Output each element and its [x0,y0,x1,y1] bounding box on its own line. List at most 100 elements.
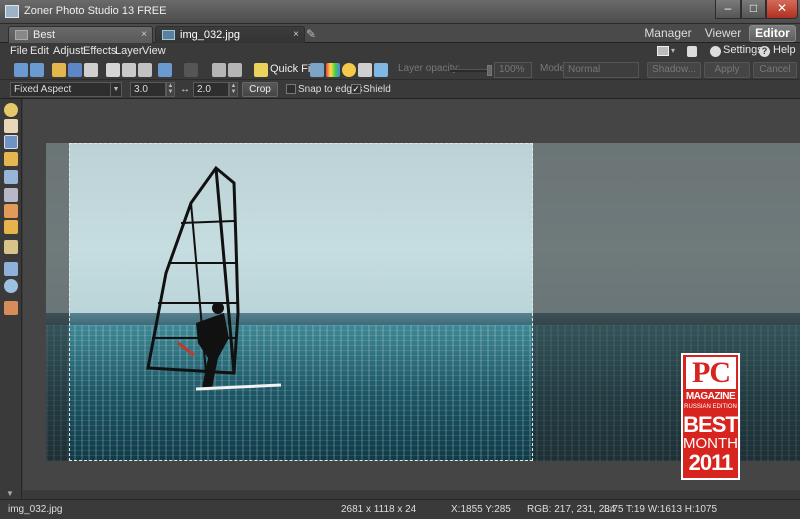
menu-layer[interactable]: Layer [115,45,143,57]
menu-file[interactable]: File [10,45,28,57]
dropdown-arrow-icon[interactable]: ▾ [671,46,675,55]
tab-label: Best [33,29,56,41]
quick-fix-button[interactable]: Quick Fix [270,63,316,75]
save-icon[interactable] [68,63,82,77]
crop-button[interactable]: Crop [242,82,278,97]
badge-month-text: MONTH [683,435,738,452]
snap-to-edges-checkbox[interactable] [286,84,296,94]
aspect-mode-value: Fixed Aspect [14,84,72,95]
back-icon[interactable] [14,63,28,77]
crop-shade-left [46,143,69,461]
print-icon[interactable] [687,46,697,57]
opacity-value-field[interactable]: 100% [494,62,532,78]
height-ratio-input[interactable]: 2.0 [193,82,229,97]
document-tab-row: Best × img_032.jpg × ✎ Manager Viewer Ed… [0,24,800,43]
opacity-slider[interactable] [450,65,492,76]
healing-brush-icon[interactable] [4,220,18,234]
rotate-right-icon[interactable] [228,63,242,77]
crop-tool-icon[interactable] [4,135,18,149]
perspective-icon[interactable] [4,170,18,184]
shield-label: Shield [363,84,391,95]
gear-icon[interactable] [710,46,721,57]
brush-icon[interactable] [374,63,388,77]
crop-options-bar: Fixed Aspect ▼ 3.0 ▲ ▼ ↔ 2.0 ▲ ▼ Crop Snap… [0,81,800,99]
hand-icon[interactable] [4,119,18,133]
monitor-icon[interactable] [657,46,669,56]
adjust-icon[interactable] [310,63,324,77]
badge-year-text: 2011 [688,450,734,475]
cancel-button[interactable]: Cancel [753,62,797,78]
lasso-icon[interactable] [4,279,18,293]
palette-scroll-down-icon[interactable]: ▼ [6,489,14,498]
main-toolbar: Quick Fix Layer opacity: 100% Mode: Norm… [0,60,800,80]
menu-edit[interactable]: Edit [30,45,49,57]
width-ratio-input[interactable]: 3.0 [130,82,166,97]
rotate-left-icon[interactable] [212,63,226,77]
swap-ratio-icon[interactable]: ↔ [180,84,190,95]
horizontal-scrollbar[interactable] [23,490,800,499]
width-ratio-stepper[interactable]: ▲ ▼ [166,82,175,97]
crop-selection-rectangle[interactable] [69,143,533,461]
redo-icon[interactable] [184,63,198,77]
forward-icon[interactable] [30,63,44,77]
tab-close-icon[interactable]: × [141,27,147,43]
folder-icon [15,30,28,40]
badge-magazine-text: MAGAZINE [685,391,736,402]
straighten-icon[interactable] [4,152,18,166]
shadow-button[interactable]: Shadow... [647,62,701,78]
menu-adjust[interactable]: Adjust [53,45,84,57]
new-tab-icon[interactable]: ✎ [306,27,320,41]
zoom-icon[interactable] [4,103,18,117]
mode-manager-button[interactable]: Manager [638,24,698,43]
tab-close-icon[interactable]: × [293,27,299,43]
aspect-mode-select[interactable]: Fixed Aspect ▼ [10,82,122,97]
light-bulb-icon[interactable] [342,63,356,77]
application-window: Zoner Photo Studio 13 FREE – □ ✕ Best × … [0,0,800,519]
badge-pc-text: PC [686,357,736,389]
opacity-slider-thumb[interactable] [487,65,492,76]
mode-viewer-button[interactable]: Viewer [700,24,746,43]
mode-editor-button[interactable]: Editor [749,25,796,42]
duplicate-icon[interactable] [138,63,152,77]
window-title: Zoner Photo Studio 13 FREE [24,5,167,17]
title-bar: Zoner Photo Studio 13 FREE – □ ✕ [0,0,800,24]
print-toolbar-icon[interactable] [84,63,98,77]
paste-icon[interactable] [122,63,136,77]
maximize-button[interactable]: □ [741,0,766,19]
minimize-button[interactable]: – [715,0,741,19]
settings-link[interactable]: Settings [723,44,763,56]
color-rainbow-icon[interactable] [326,63,340,77]
shield-checkbox[interactable]: ✓ [351,84,361,94]
pc-magazine-award-badge: PC MAGAZINE RUSSIAN EDITION BEST MONTH 2… [681,353,740,480]
open-folder-icon[interactable] [52,63,66,77]
status-cursor-position: X:1855 Y:285 [451,504,511,515]
copy-icon[interactable] [106,63,120,77]
pencil-icon[interactable] [4,240,18,254]
red-eye-icon[interactable] [4,188,18,202]
status-rgb-value: RGB: 217, 231, 234 [527,504,616,515]
tab-img-032[interactable]: img_032.jpg × [155,26,305,43]
apply-button[interactable]: Apply [704,62,750,78]
status-filename: img_032.jpg [8,504,63,515]
help-icon[interactable]: ? [759,46,770,57]
close-window-button[interactable]: ✕ [766,0,798,19]
undo-icon[interactable] [158,63,172,77]
help-link[interactable]: Help [773,44,796,56]
menu-effects[interactable]: Effects [83,45,116,57]
blend-mode-select[interactable]: Normal [563,62,639,78]
left-tool-palette: ▼ [0,99,22,499]
quick-fix-icon[interactable] [254,63,268,77]
menu-view[interactable]: View [142,45,166,57]
levels-icon[interactable] [358,63,372,77]
badge-edition-text: RUSSIAN EDITION [684,404,737,410]
text-tool-icon[interactable] [4,301,18,315]
status-crop-rect: L:75 T:19 W:1613 H:1075 [604,504,718,515]
tab-label: img_032.jpg [180,29,240,41]
clone-stamp-icon[interactable] [4,204,18,218]
tab-best[interactable]: Best × [8,26,153,43]
status-bar: img_032.jpg 2681 x 1118 x 24 X:1855 Y:28… [0,499,800,519]
selection-tool-icon[interactable] [4,262,18,276]
height-ratio-stepper[interactable]: ▲ ▼ [229,82,238,97]
app-icon [5,5,19,18]
edit-document-icon [162,30,175,40]
